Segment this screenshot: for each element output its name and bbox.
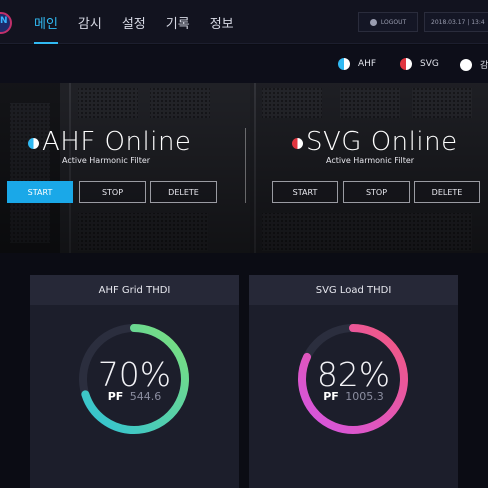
- datetime-display: 2018.03.17 | 13:4: [424, 12, 488, 32]
- app-root: N 메인 감시 설정 기록 정보 LOGOUT 2018.03.17 | 13:…: [0, 0, 488, 488]
- ahf-panel-subtitle: Active Harmonic Filter: [62, 156, 151, 165]
- svg-start-button[interactable]: START: [272, 181, 338, 203]
- svg-panel-subtitle: Active Harmonic Filter: [326, 156, 415, 165]
- menu-item-records[interactable]: 기록: [166, 13, 190, 44]
- menu-item-settings[interactable]: 설정: [122, 13, 146, 44]
- legend-item-other: 감: [460, 58, 488, 71]
- legend-item-svg: SVG: [400, 58, 439, 70]
- ahf-panel-title: AHF Online: [42, 127, 192, 157]
- svg-power-factor: PF 1005.3: [249, 390, 458, 403]
- hero-banner: AHF Online Active Harmonic Filter START …: [0, 83, 488, 253]
- legend-item-ahf: AHF: [338, 58, 376, 70]
- ahf-thdi-percent: 70%: [97, 355, 172, 394]
- panel-divider: [245, 128, 246, 203]
- logo-letter: N: [0, 16, 8, 26]
- ahf-power-factor: PF 544.6: [30, 390, 239, 403]
- half-circle-blue-icon: [338, 58, 350, 70]
- top-nav: N 메인 감시 설정 기록 정보 LOGOUT 2018.03.17 | 13:…: [0, 0, 488, 44]
- svg-thdi-percent: 82%: [316, 355, 391, 394]
- server-rack-background: [0, 83, 488, 253]
- svg-panel-title: SVG Online: [306, 127, 458, 157]
- pf-value: 1005.3: [345, 390, 384, 403]
- menu-item-monitor[interactable]: 감시: [78, 13, 102, 44]
- svg-stop-button[interactable]: STOP: [343, 181, 410, 203]
- legend-label: 감: [480, 61, 488, 71]
- card-title: AHF Grid THDI: [30, 275, 239, 305]
- logout-label: LOGOUT: [380, 18, 407, 26]
- half-circle-red-icon: [400, 58, 412, 70]
- pf-label: PF: [323, 390, 339, 403]
- svg-thdi-card: SVG Load THDI 82% PF 1005.3: [249, 275, 458, 488]
- svg-status-icon: [292, 138, 303, 149]
- legend-label: SVG: [420, 59, 439, 69]
- ahf-delete-button[interactable]: DELETE: [150, 181, 217, 203]
- device-legend: AHF SVG 감: [0, 45, 488, 83]
- ahf-start-button[interactable]: START: [7, 181, 73, 203]
- svg-delete-button[interactable]: DELETE: [414, 181, 480, 203]
- white-circle-icon: [460, 58, 472, 71]
- menu-item-main[interactable]: 메인: [34, 13, 58, 44]
- top-right-controls: LOGOUT 2018.03.17 | 13:4: [358, 12, 488, 32]
- ahf-thdi-card: AHF Grid THDI 70% PF 544.6: [30, 275, 239, 488]
- ahf-status-icon: [28, 138, 39, 149]
- pf-value: 544.6: [129, 390, 162, 403]
- ahf-stop-button[interactable]: STOP: [79, 181, 146, 203]
- pf-label: PF: [107, 390, 124, 403]
- user-icon: [369, 18, 377, 26]
- menu-item-info[interactable]: 정보: [210, 13, 234, 44]
- main-menu: 메인 감시 설정 기록 정보: [34, 13, 234, 44]
- logout-button[interactable]: LOGOUT: [358, 12, 418, 32]
- legend-label: AHF: [358, 59, 377, 69]
- card-title: SVG Load THDI: [249, 275, 458, 305]
